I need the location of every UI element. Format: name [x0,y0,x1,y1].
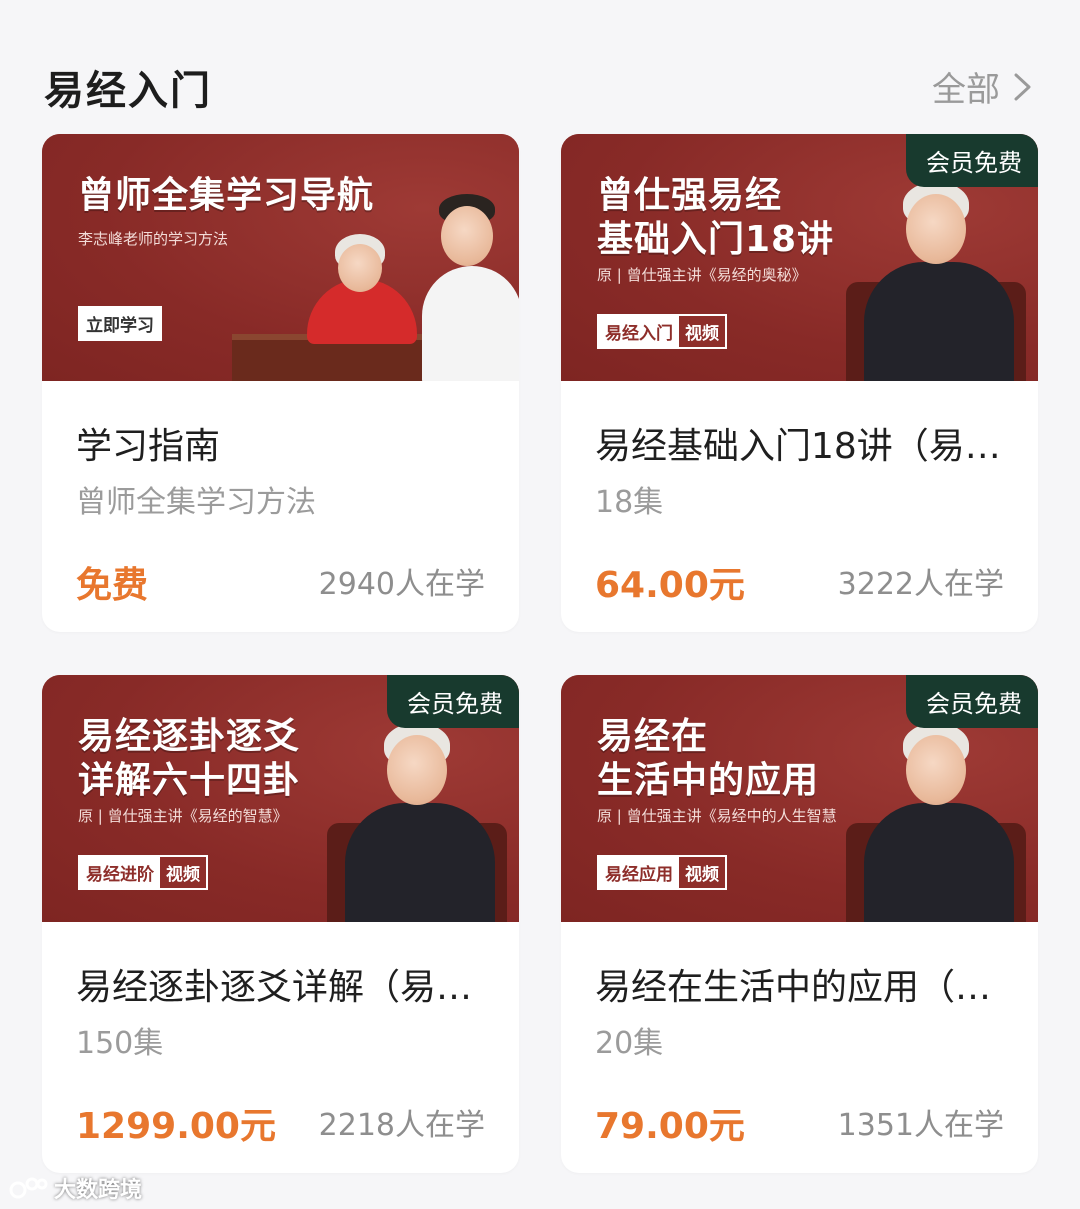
course-cover-image: 易经逐卦逐爻 详解六十四卦 原 | 曾仕强主讲《易经的智慧》 易经进阶 视频 会… [42,675,519,922]
course-title: 易经在生活中的应用（… [595,967,992,1008]
course-card-body: 学习指南 曾师全集学习方法 免费 2940人在学 [42,381,519,632]
member-free-badge: 会员免费 [387,675,519,728]
course-price: 免费 [76,565,149,606]
cover-tag-label: 立即学习 [80,308,160,339]
cover-tag: 易经进阶 视频 [78,855,208,890]
course-card[interactable]: 曾仕强易经 基础入门18讲 原 | 曾仕强主讲《易经的奥秘》 易经入门 视频 会… [561,134,1038,632]
seated-teacher-figure [327,723,507,922]
see-all-link[interactable]: 全部 [932,62,1036,111]
chevron-right-icon [1014,73,1031,100]
course-meta: 20集 [595,1026,664,1061]
watermark-text: 大数跨境 [54,1178,143,1203]
seated-teacher-figure [297,234,437,344]
cover-tag: 易经应用 视频 [597,855,727,890]
seated-teacher-figure [846,182,1026,381]
cover-tag-label: 易经入门 [599,316,679,347]
course-section-page: 易经入门 全部 曾师全集学习导航 李志峰老师的学习方法 立即学习 学习指南 曾师… [0,0,1080,1209]
course-title: 易经基础入门18讲（易… [595,426,1001,467]
course-cover-image: 易经在 生活中的应用 原 | 曾仕强主讲《易经中的人生智慧 易经应用 视频 会员… [561,675,1038,922]
section-header: 易经入门 全部 [0,0,1080,120]
course-card[interactable]: 曾师全集学习导航 李志峰老师的学习方法 立即学习 学习指南 曾师全集学习方法 免… [42,134,519,632]
cover-tag: 易经入门 视频 [597,314,727,349]
course-title: 学习指南 [76,426,221,467]
cover-title: 曾仕强易经 基础入门18讲 [597,175,835,260]
course-card[interactable]: 易经逐卦逐爻 详解六十四卦 原 | 曾仕强主讲《易经的智慧》 易经进阶 视频 会… [42,675,519,1173]
course-title: 易经逐卦逐爻详解（易… [76,967,473,1008]
course-card-body: 易经基础入门18讲（易… 18集 64.00元 3222人在学 [561,381,1038,632]
seated-teacher-figure [846,723,1026,922]
cover-tag-label: 视频 [679,316,725,347]
course-meta: 150集 [76,1026,164,1061]
learner-count: 1351人在学 [837,1108,1004,1143]
course-meta: 18集 [595,485,664,520]
cover-tag: 立即学习 [78,306,162,341]
member-free-badge: 会员免费 [906,134,1038,187]
cover-tag-label: 视频 [160,857,206,888]
course-price: 64.00元 [595,565,745,606]
cover-subtitle: 原 | 曾仕强主讲《易经的智慧》 [78,807,288,825]
cover-title: 易经逐卦逐爻 详解六十四卦 [78,716,301,801]
member-free-badge: 会员免费 [906,675,1038,728]
watermark: 大数跨境 [8,1172,142,1204]
learner-count: 3222人在学 [837,567,1004,602]
learner-count: 2218人在学 [318,1108,485,1143]
cover-tag-label: 易经进阶 [80,857,160,888]
cover-tag-label: 易经应用 [599,857,679,888]
course-card[interactable]: 易经在 生活中的应用 原 | 曾仕强主讲《易经中的人生智慧 易经应用 视频 会员… [561,675,1038,1173]
section-title: 易经入门 [44,68,212,114]
cover-subtitle: 原 | 曾仕强主讲《易经的奥秘》 [597,266,807,284]
cover-title: 易经在 生活中的应用 [597,716,820,801]
course-cover-image: 曾仕强易经 基础入门18讲 原 | 曾仕强主讲《易经的奥秘》 易经入门 视频 会… [561,134,1038,381]
cover-title: 曾师全集学习导航 [78,175,375,216]
learner-count: 2940人在学 [318,567,485,602]
cover-subtitle: 原 | 曾仕强主讲《易经中的人生智慧 [597,807,837,825]
course-meta: 曾师全集学习方法 [76,485,316,520]
cover-tag-label: 视频 [679,857,725,888]
watermark-logo-icon [9,1177,48,1199]
standing-teacher-figure [417,194,519,381]
course-cover-image: 曾师全集学习导航 李志峰老师的学习方法 立即学习 [42,134,519,381]
course-price: 79.00元 [595,1106,745,1147]
course-card-body: 易经逐卦逐爻详解（易… 150集 1299.00元 2218人在学 [42,922,519,1173]
course-card-body: 易经在生活中的应用（… 20集 79.00元 1351人在学 [561,922,1038,1173]
course-price: 1299.00元 [76,1106,276,1147]
cover-subtitle: 李志峰老师的学习方法 [78,230,229,248]
see-all-label: 全部 [932,70,1000,110]
